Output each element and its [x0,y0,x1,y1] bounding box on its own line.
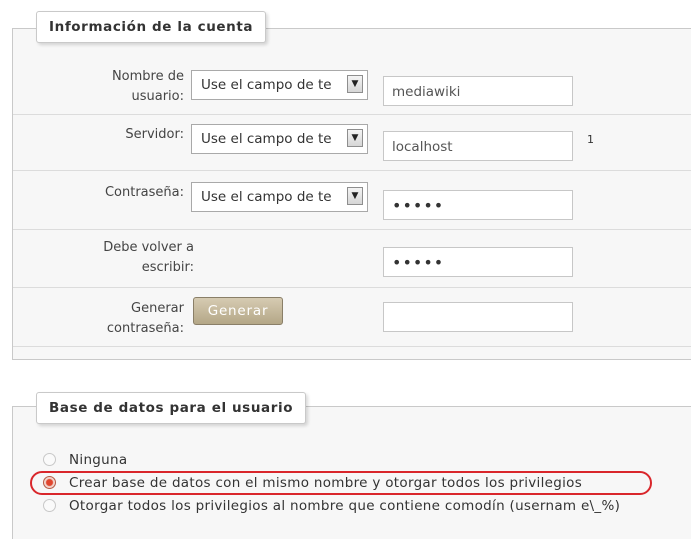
generate-label-line1: Generar [131,301,184,316]
row-divider [13,287,691,288]
server-input[interactable]: localhost [383,131,573,161]
generated-password-input[interactable] [383,302,573,332]
retype-password-input[interactable]: ••••• [383,247,573,277]
password-input[interactable]: ••••• [383,190,573,220]
chevron-down-icon: ▼ [347,187,363,205]
radio-label: Crear base de datos con el mismo nombre … [69,475,583,491]
server-label: Servidor: [125,127,184,142]
password-source-select[interactable]: Use el campo de te ▼ [191,182,368,212]
retype-label-line2: escribir: [141,260,194,275]
radio-label: Ninguna [69,452,128,468]
server-source-value: Use el campo de te [201,131,332,147]
row-divider [13,346,691,347]
radio-button[interactable] [43,453,56,466]
retype-label-line1: Debe volver a [103,240,194,255]
username-source-value: Use el campo de te [201,77,332,93]
radio-button-selected[interactable] [43,476,56,489]
row-divider [13,229,691,230]
chevron-down-icon: ▼ [347,75,363,93]
row-divider [13,170,691,171]
password-source-value: Use el campo de te [201,189,332,205]
username-label-line2: usuario: [131,89,184,104]
server-source-select[interactable]: Use el campo de te ▼ [191,124,368,154]
radio-button[interactable] [43,499,56,512]
database-legend: Base de datos para el usuario [36,392,307,424]
username-input[interactable]: mediawiki [383,76,573,106]
username-source-select[interactable]: Use el campo de te ▼ [191,70,368,100]
retype-label: Debe volver a escribir: [30,238,194,278]
generate-button[interactable]: Generar [193,297,283,325]
account-legend: Información de la cuenta [36,11,267,43]
username-label-line1: Nombre de [111,69,184,84]
row-divider [13,114,691,115]
username-label: Nombre de usuario: [60,67,184,107]
generate-password-label: Generar contraseña: [60,299,184,339]
generate-label-line2: contraseña: [106,321,184,336]
radio-label: Otorgar todos los privilegios al nombre … [69,498,621,514]
chevron-down-icon: ▼ [347,129,363,147]
password-label: Contraseña: [104,185,184,200]
server-footnote: 1 [587,133,594,146]
